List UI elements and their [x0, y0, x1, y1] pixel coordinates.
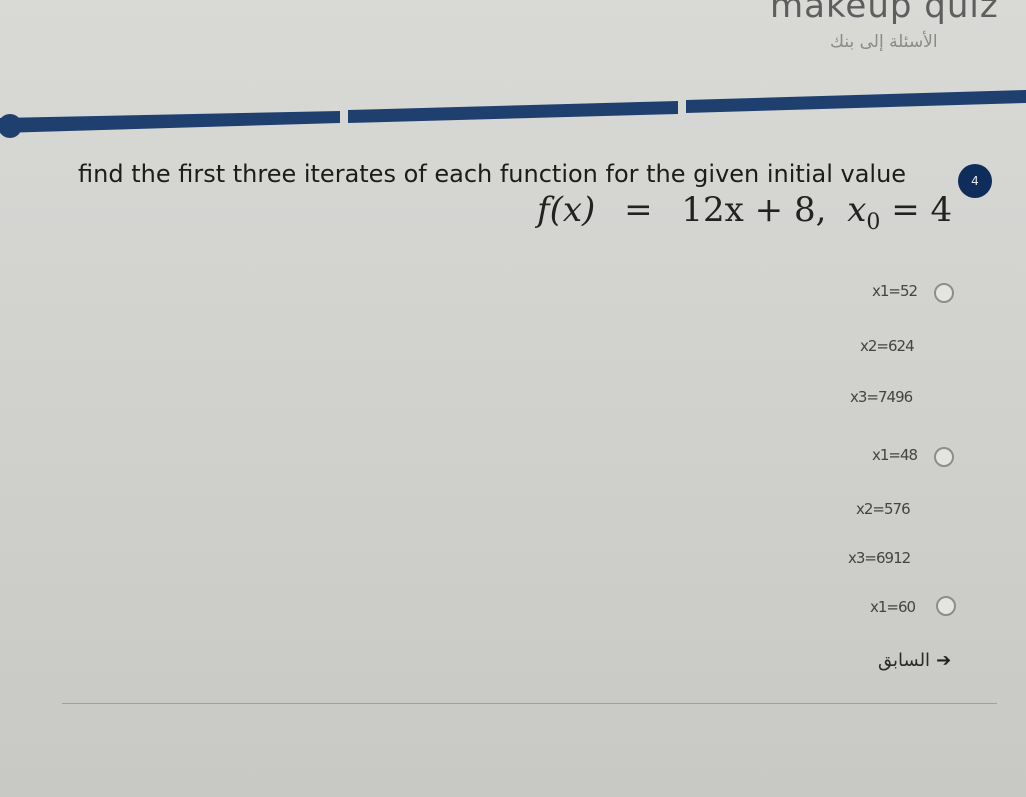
progress-segment-3	[686, 90, 1026, 113]
option-2-radio[interactable]	[934, 447, 954, 467]
formula-x0: x	[847, 190, 867, 230]
option-2-line-3: x3=6912	[848, 549, 911, 567]
formula-expr: 12x + 8,	[681, 190, 827, 230]
arrow-right-icon: ➔	[936, 650, 952, 671]
divider	[62, 703, 997, 704]
formula-fx: f(x)	[537, 190, 596, 230]
option-3-line-1: x1=60	[870, 598, 916, 616]
progress-segment-2	[348, 101, 678, 123]
option-1-line-3: x3=7496	[850, 388, 913, 406]
question-text: find the first three iterates of each fu…	[78, 160, 907, 188]
option-2-line-1: x1=48	[872, 446, 918, 464]
progress-start-cap	[0, 114, 22, 138]
question-number-badge: 4	[958, 164, 992, 198]
option-1-line-1: x1=52	[872, 282, 918, 300]
formula-eq: =	[624, 190, 653, 230]
question-formula: f(x) = 12x + 8, x0 = 4	[537, 190, 952, 235]
option-3-radio[interactable]	[936, 596, 956, 616]
formula-x0-sub: 0	[866, 209, 881, 235]
formula-x0-eq: = 4	[891, 190, 953, 230]
option-1-line-2: x2=624	[860, 337, 915, 355]
back-button-label: السابق	[878, 650, 931, 671]
option-2-line-2: x2=576	[856, 500, 911, 518]
back-button[interactable]: ➔ السابق	[878, 650, 951, 671]
progress-segment-1	[0, 111, 340, 133]
progress-bar	[0, 90, 1026, 138]
option-1-radio[interactable]	[934, 283, 954, 303]
